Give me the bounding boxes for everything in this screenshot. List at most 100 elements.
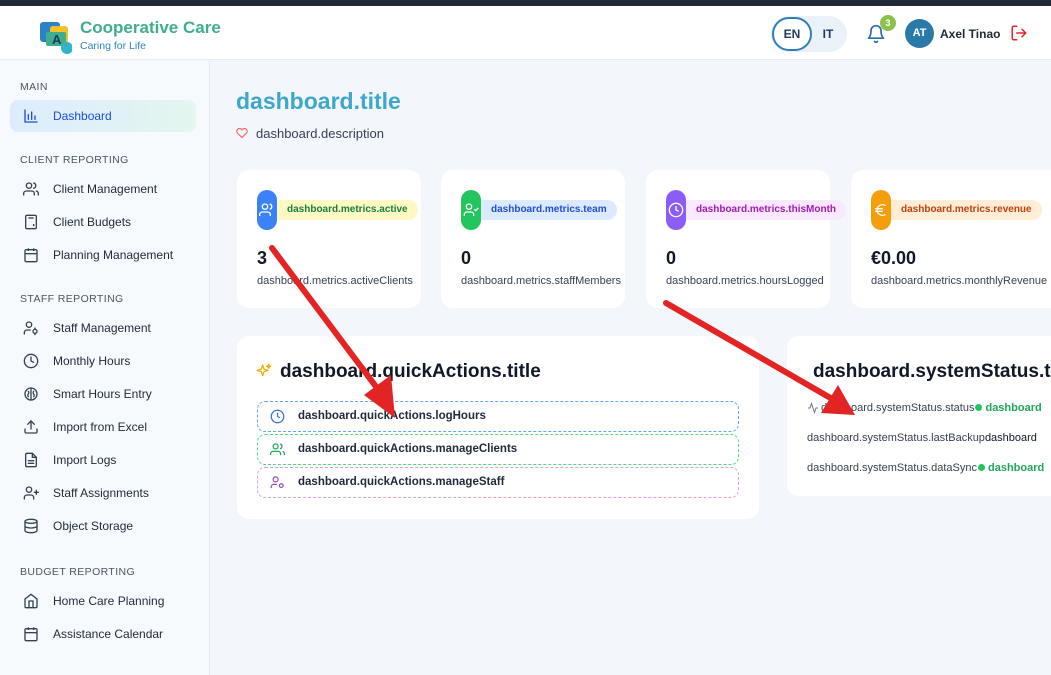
svg-text:A: A	[52, 32, 62, 47]
sidebar-item-label: Client Budgets	[53, 215, 132, 229]
metric-pill: dashboard.metrics.active	[277, 200, 418, 220]
language-it-button[interactable]: IT	[808, 17, 848, 51]
sidebar-section-staff-reporting: STAFF REPORTING	[20, 293, 124, 305]
sidebar-item-staff-management[interactable]: Staff Management	[10, 312, 196, 344]
metric-pill: dashboard.metrics.revenue	[891, 200, 1042, 220]
metric-value: 3	[257, 248, 268, 268]
clock-icon	[668, 202, 684, 218]
metric-pill: dashboard.metrics.thisMonth	[686, 200, 847, 220]
sidebar-item-client-budgets[interactable]: Client Budgets	[10, 206, 196, 238]
sidebar: MAIN Dashboard CLIENT REPORTING Client M…	[0, 61, 210, 675]
app-name: Cooperative Care	[80, 18, 221, 37]
euro-icon	[875, 204, 886, 216]
sidebar-item-smart-hours-entry[interactable]: Smart Hours Entry	[10, 378, 196, 410]
app-header: A Cooperative Care Caring for Life IT EN…	[0, 6, 1051, 60]
logout-icon[interactable]	[1010, 24, 1028, 42]
sidebar-item-import-from-excel[interactable]: Import from Excel	[10, 411, 196, 443]
language-en-button[interactable]: EN	[772, 17, 812, 51]
metric-icon-badge	[666, 190, 686, 230]
sidebar-item-import-logs[interactable]: Import Logs	[10, 444, 196, 476]
metric-icon-badge	[257, 190, 277, 230]
sidebar-item-label: Home Care Planning	[53, 594, 165, 608]
metric-card-hours-logged[interactable]: dashboard.metrics.thisMonth 0 dashboard.…	[646, 170, 847, 308]
home-icon	[24, 593, 38, 609]
file-text-icon	[25, 452, 37, 468]
sidebar-item-label: Monthly Hours	[53, 354, 131, 368]
quick-action-label: dashboard.quickActions.manageClients	[298, 443, 518, 455]
data-sync-value: dashboard	[987, 462, 1045, 474]
sidebar-item-assistance-calendar[interactable]: Assistance Calendar	[10, 618, 196, 650]
sidebar-section-client-reporting: CLIENT REPORTING	[20, 154, 129, 166]
users-icon	[259, 203, 273, 216]
metric-card-active-clients[interactable]: dashboard.metrics.active 3 dashboard.met…	[237, 170, 421, 308]
activity-icon	[808, 402, 818, 415]
metric-label: dashboard.metrics.hoursLogged	[666, 275, 824, 287]
quick-action-manage-staff[interactable]: dashboard.quickActions.manageStaff	[257, 467, 739, 498]
quick-action-manage-clients[interactable]: dashboard.quickActions.manageClients	[257, 434, 739, 465]
metric-icon-badge	[461, 190, 481, 230]
sidebar-item-label: Staff Assignments	[53, 486, 149, 500]
sidebar-item-label: Dashboard	[53, 109, 112, 123]
page-description: dashboard.description	[256, 126, 384, 141]
sidebar-item-label: Client Management	[53, 182, 158, 196]
system-status-value: dashboard	[985, 402, 1042, 414]
sidebar-item-label: Staff Management	[53, 321, 151, 335]
metric-value: 0	[461, 248, 472, 268]
calendar-icon	[24, 627, 38, 642]
quick-action-log-hours[interactable]: dashboard.quickActions.logHours	[257, 401, 739, 432]
data-sync-row: dashboard.systemStatus.dataSync dashboard	[807, 462, 1044, 474]
app-tagline: Caring for Life	[80, 40, 146, 52]
page-title: dashboard.title	[236, 88, 401, 114]
metric-label: dashboard.metrics.monthlyRevenue	[871, 275, 1048, 287]
sidebar-item-label: Import from Excel	[53, 420, 148, 434]
clock-icon	[23, 353, 39, 369]
metric-label: dashboard.metrics.activeClients	[257, 275, 413, 287]
sidebar-item-label: Planning Management	[53, 248, 174, 262]
sidebar-item-home-care-planning[interactable]: Home Care Planning	[10, 585, 196, 617]
brain-icon	[24, 387, 38, 401]
notification-count-badge: 3	[880, 15, 896, 31]
quick-action-label: dashboard.quickActions.logHours	[298, 410, 486, 422]
metric-card-staff-members[interactable]: dashboard.metrics.team 0 dashboard.metri…	[441, 170, 625, 308]
sidebar-item-planning-management[interactable]: Planning Management	[10, 239, 196, 271]
users-icon	[270, 443, 285, 456]
heart-icon	[236, 127, 248, 139]
sidebar-item-client-management[interactable]: Client Management	[10, 173, 196, 205]
user-name[interactable]: Axel Tinao	[940, 27, 1000, 41]
status-online-dot	[975, 404, 983, 412]
system-status-panel: dashboard.systemStatus.title dashboard.s…	[787, 336, 1051, 496]
sidebar-item-staff-assignments[interactable]: Staff Assignments	[10, 477, 196, 509]
quick-action-label: dashboard.quickActions.manageStaff	[298, 476, 505, 488]
user-cog-icon	[23, 321, 38, 336]
metric-value: 0	[666, 248, 677, 268]
sidebar-item-monthly-hours[interactable]: Monthly Hours	[10, 345, 196, 377]
metric-value: €0.00	[871, 248, 917, 268]
sidebar-item-label: Smart Hours Entry	[53, 387, 152, 401]
last-backup-value: dashboard	[984, 432, 1037, 444]
sync-online-dot	[977, 464, 985, 472]
app-logo: A	[40, 22, 72, 54]
metric-icon-badge	[871, 190, 891, 230]
sparkles-icon	[256, 363, 272, 377]
calendar-icon	[24, 248, 38, 263]
sidebar-item-dashboard[interactable]: Dashboard	[10, 100, 196, 132]
sidebar-section-main: MAIN	[20, 81, 48, 93]
quick-actions-title: dashboard.quickActions.title	[280, 361, 541, 382]
user-check-icon	[463, 203, 479, 216]
system-status-label: dashboard.systemStatus.status	[821, 402, 975, 414]
users-icon	[23, 182, 39, 196]
user-avatar[interactable]: AT	[905, 19, 934, 48]
bar-chart-icon	[24, 109, 38, 123]
metric-card-monthly-revenue[interactable]: dashboard.metrics.revenue €0.00 dashboar…	[851, 170, 1051, 308]
data-sync-label: dashboard.systemStatus.dataSync	[807, 462, 977, 474]
sidebar-section-budget-reporting: BUDGET REPORTING	[20, 566, 136, 578]
sidebar-item-label: Import Logs	[53, 453, 117, 467]
database-icon	[24, 518, 38, 534]
system-status-row: dashboard.systemStatus.status dashboard	[807, 402, 1042, 415]
metric-pill: dashboard.metrics.team	[481, 200, 617, 220]
last-backup-row: dashboard.systemStatus.lastBackupdashboa…	[807, 432, 1037, 444]
calculator-icon	[25, 214, 37, 230]
sidebar-item-label: Object Storage	[53, 519, 134, 533]
user-cog-icon	[270, 476, 284, 489]
sidebar-item-object-storage[interactable]: Object Storage	[10, 510, 196, 542]
